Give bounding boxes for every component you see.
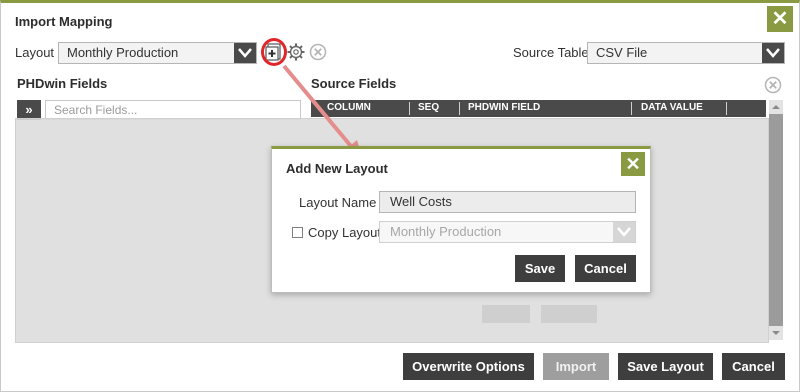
layout-name-label: Layout Name [299,195,377,210]
save-layout-button[interactable]: Save Layout [618,353,713,380]
copy-layout-select[interactable]: Monthly Production [379,221,636,243]
import-mapping-window: Import Mapping ✕ Layout Monthly Producti… [0,0,800,392]
dialog-title: Add New Layout [286,161,388,176]
dialog-close-button[interactable]: ✕ [621,152,645,176]
add-new-layout-dialog: Add New Layout ✕ Layout Name Well Costs … [271,146,651,293]
layout-name-input[interactable]: Well Costs [379,191,636,213]
overwrite-options-button[interactable]: Overwrite Options [403,353,534,380]
import-button[interactable]: Import [543,353,609,380]
chevron-down-icon [613,222,635,242]
cancel-button[interactable]: Cancel [722,353,785,380]
copy-layout-value: Monthly Production [390,224,502,239]
copy-layout-checkbox[interactable] [292,227,303,238]
dialog-save-button[interactable]: Save [515,255,565,282]
dialog-cancel-button[interactable]: Cancel [575,255,636,282]
copy-layout-label: Copy Layout [308,225,381,240]
